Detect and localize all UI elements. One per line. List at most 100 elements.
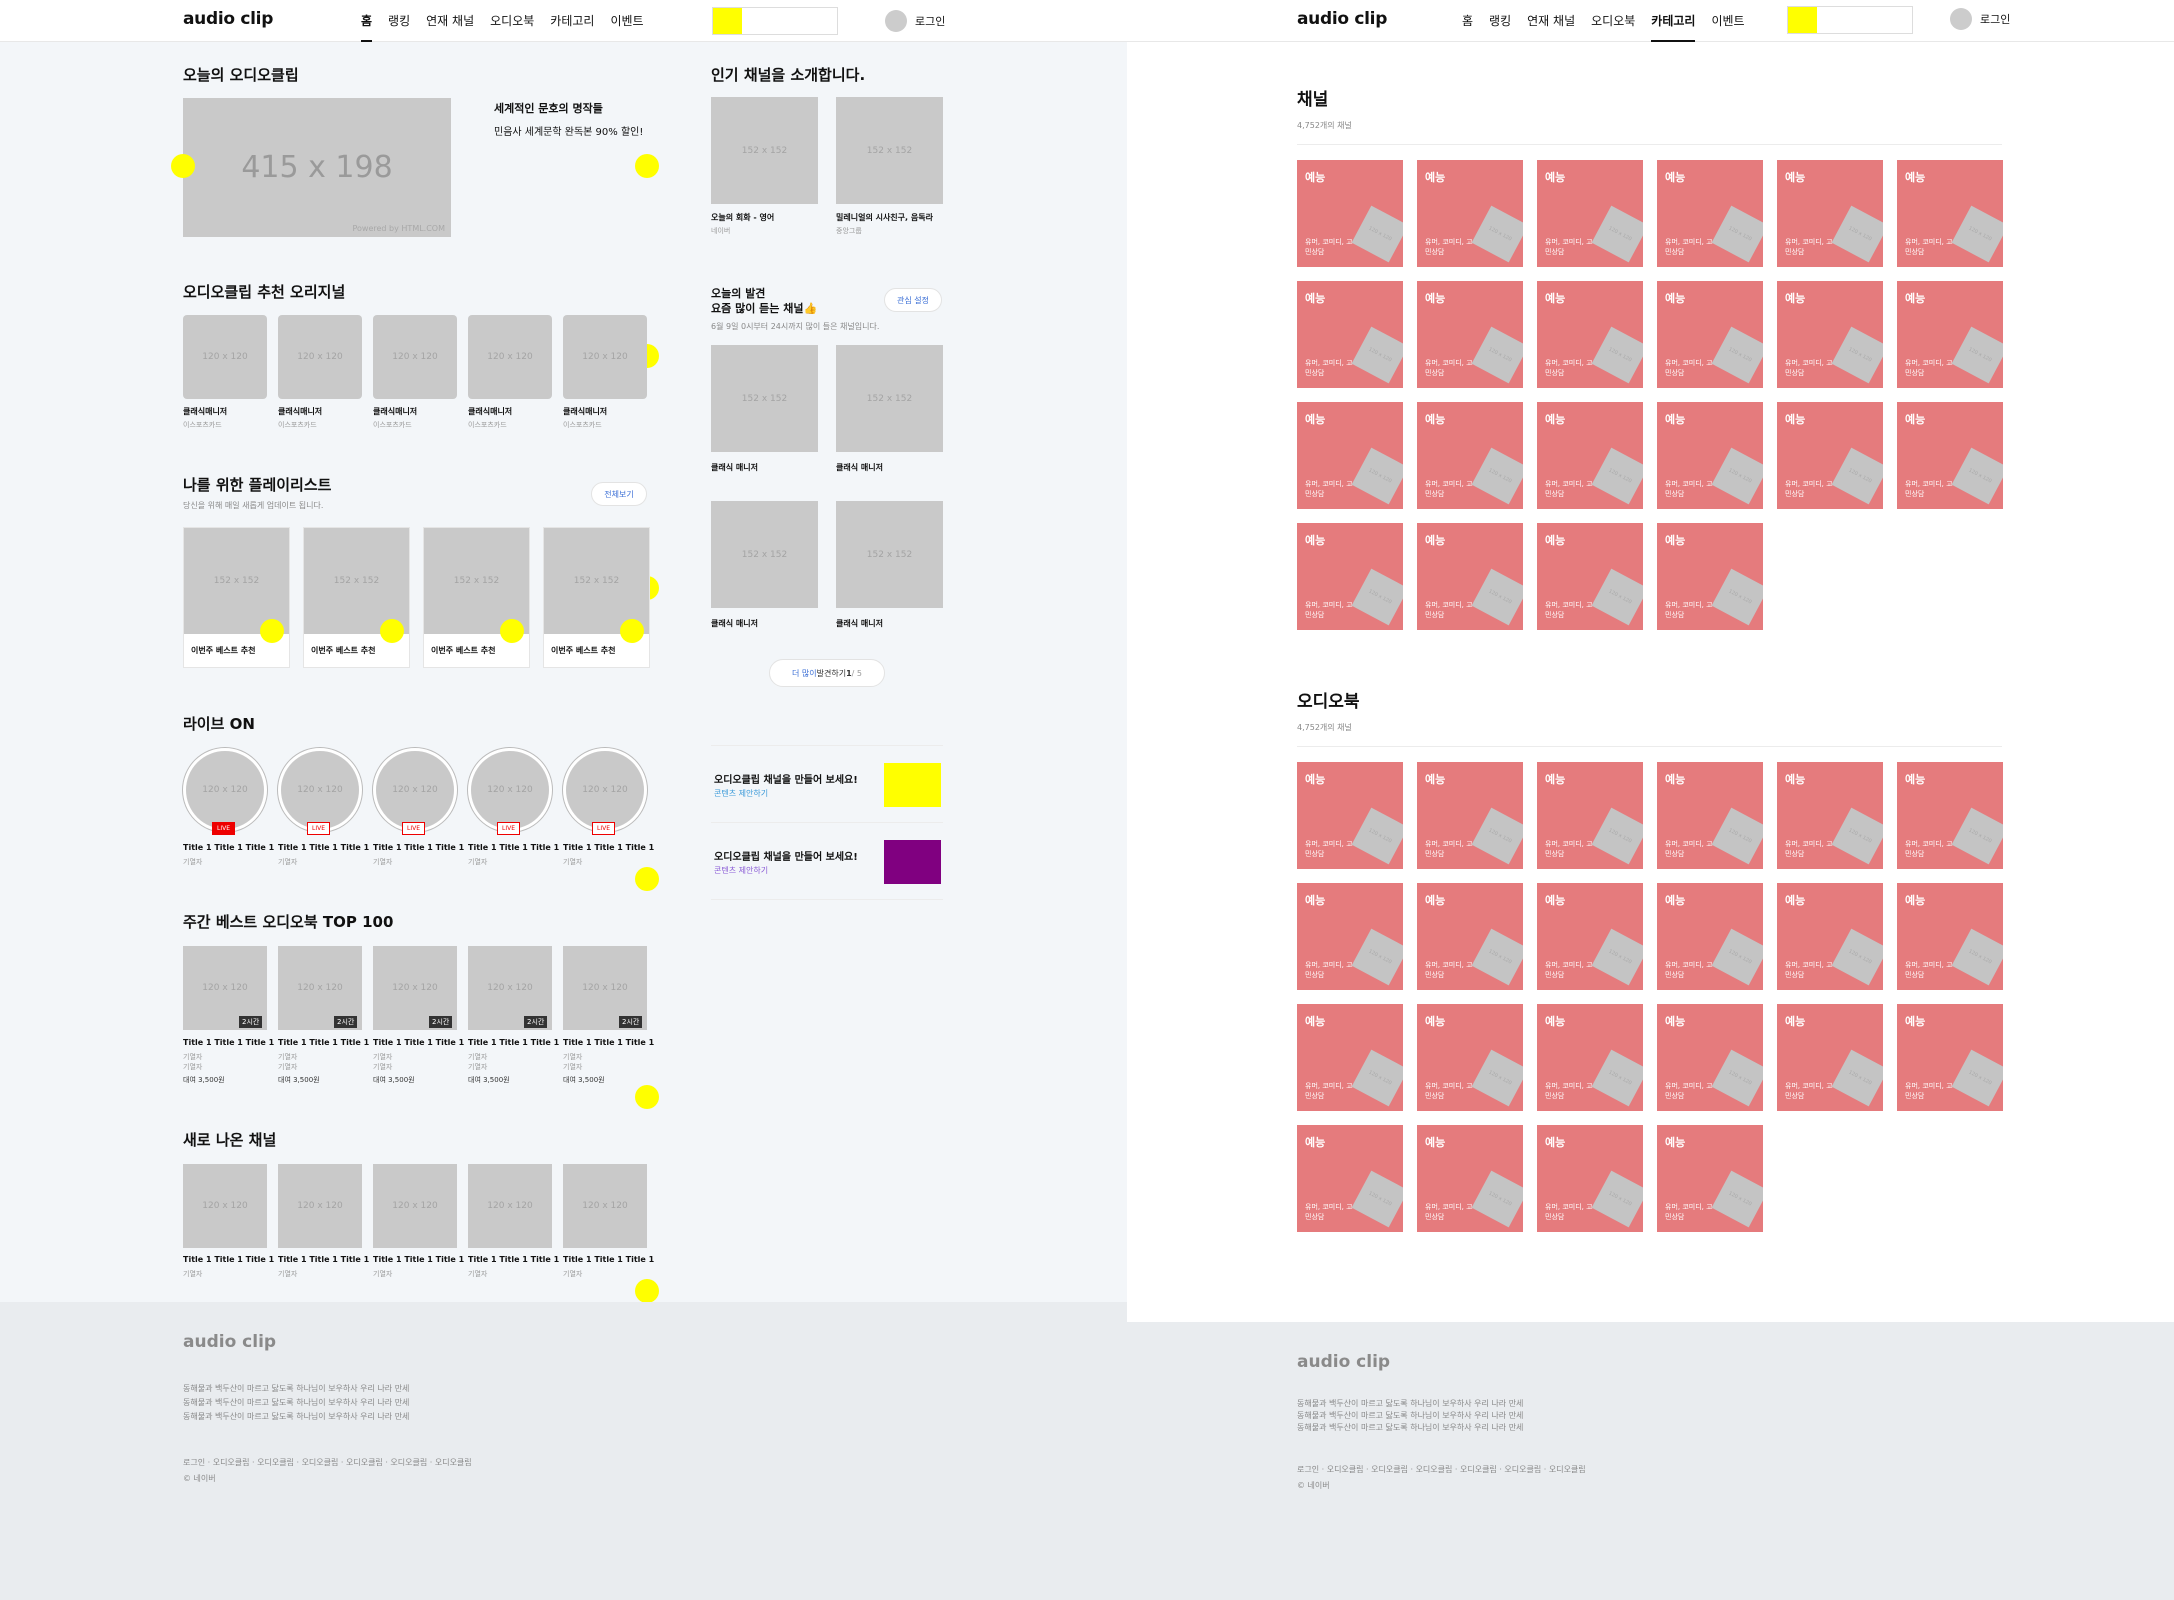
nav-item-event[interactable]: 이벤트 — [610, 0, 643, 42]
playlist-title[interactable]: 이번주 베스트 추천 — [551, 645, 615, 656]
nav-item-category[interactable]: 카테고리 — [550, 0, 594, 42]
discover-thumbnail[interactable]: 152 x 152 — [711, 345, 818, 452]
discover-thumbnail[interactable]: 152 x 152 — [836, 501, 943, 608]
category-tile[interactable]: 예능 유머, 코미디, 고민상담 120 x 120 — [1657, 883, 1763, 990]
category-tile[interactable]: 예능 유머, 코미디, 고민상담 120 x 120 — [1657, 1004, 1763, 1111]
channel-title[interactable]: Title 1 Title 1 Title 1 — [278, 1255, 369, 1264]
discover-title[interactable]: 클래식 매니저 — [711, 618, 758, 629]
channel-thumbnail[interactable]: 120 x 120 — [183, 1164, 267, 1248]
nav-item-series[interactable]: 연재 채널 — [426, 0, 474, 42]
search-icon[interactable] — [713, 8, 742, 34]
category-tile[interactable]: 예능 유머, 코미디, 고민상담 120 x 120 — [1657, 762, 1763, 869]
avatar[interactable] — [885, 10, 907, 32]
channel-thumbnail[interactable]: 120 x 120 — [278, 1164, 362, 1248]
category-tile[interactable]: 예능 유머, 코미디, 고민상담 120 x 120 — [1297, 523, 1403, 630]
nav-item-home[interactable]: 홈 — [1462, 0, 1473, 42]
popular-thumbnail[interactable]: 152 x 152 — [711, 97, 818, 204]
category-tile[interactable]: 예능 유머, 코미디, 고민상담 120 x 120 — [1297, 402, 1403, 509]
category-tile[interactable]: 예능 유머, 코미디, 고민상담 120 x 120 — [1417, 160, 1523, 267]
category-tile[interactable]: 예능 유머, 코미디, 고민상담 120 x 120 — [1297, 883, 1403, 990]
channel-thumbnail[interactable]: 120 x 120 — [468, 1164, 552, 1248]
nav-item-event[interactable]: 이벤트 — [1711, 0, 1744, 42]
category-tile[interactable]: 예능 유머, 코미디, 고민상담 120 x 120 — [1897, 762, 2003, 869]
category-tile[interactable]: 예능 유머, 코미디, 고민상담 120 x 120 — [1417, 1125, 1523, 1232]
footer-links[interactable]: 로그인 · 오디오클립 · 오디오클립 · 오디오클립 · 오디오클립 · 오디… — [183, 1457, 472, 1468]
channel-thumbnail[interactable]: 120 x 120 — [563, 1164, 647, 1248]
logo[interactable]: audio clip — [1297, 9, 1387, 29]
nav-item-ranking[interactable]: 랭킹 — [388, 0, 410, 42]
audiobook-title[interactable]: Title 1 Title 1 Title 1 — [183, 1038, 274, 1047]
weekly-next-button[interactable] — [635, 1085, 659, 1109]
category-tile[interactable]: 예능 유머, 코미디, 고민상담 120 x 120 — [1417, 523, 1523, 630]
nav-item-category[interactable]: 카테고리 — [1651, 0, 1696, 42]
category-tile[interactable]: 예능 유머, 코미디, 고민상담 120 x 120 — [1537, 402, 1643, 509]
nav-item-series[interactable]: 연재 채널 — [1527, 0, 1575, 42]
category-tile[interactable]: 예능 유머, 코미디, 고민상담 120 x 120 — [1777, 883, 1883, 990]
login-area[interactable]: 로그인 — [1950, 8, 2010, 30]
category-tile[interactable]: 예능 유머, 코미디, 고민상담 120 x 120 — [1657, 402, 1763, 509]
category-tile[interactable]: 예능 유머, 코미디, 고민상담 120 x 120 — [1417, 402, 1523, 509]
original-thumbnail[interactable]: 120 x 120 — [183, 315, 267, 399]
original-thumbnail[interactable]: 120 x 120 — [468, 315, 552, 399]
category-tile[interactable]: 예능 유머, 코미디, 고민상담 120 x 120 — [1417, 281, 1523, 388]
login-link[interactable]: 로그인 — [915, 13, 945, 29]
logo[interactable]: audio clip — [183, 9, 273, 29]
playlist-title[interactable]: 이번주 베스트 추천 — [311, 645, 375, 656]
play-button[interactable] — [620, 619, 644, 643]
original-title[interactable]: 클래식매니저 — [373, 406, 417, 417]
live-thumbnail[interactable]: 120 x 120 — [183, 748, 267, 832]
live-thumbnail[interactable]: 120 x 120 — [468, 748, 552, 832]
nav-item-audiobook[interactable]: 오디오북 — [1591, 0, 1635, 42]
category-tile[interactable]: 예능 유머, 코미디, 고민상담 120 x 120 — [1297, 281, 1403, 388]
category-tile[interactable]: 예능 유머, 코미디, 고민상담 120 x 120 — [1537, 160, 1643, 267]
category-tile[interactable]: 예능 유머, 코미디, 고민상담 120 x 120 — [1777, 402, 1883, 509]
channel-title[interactable]: Title 1 Title 1 Title 1 — [183, 1255, 274, 1264]
popular-thumbnail[interactable]: 152 x 152 — [836, 97, 943, 204]
category-tile[interactable]: 예능 유머, 코미디, 고민상담 120 x 120 — [1537, 1004, 1643, 1111]
nav-item-ranking[interactable]: 랭킹 — [1489, 0, 1511, 42]
footer-logo[interactable]: audio clip — [1297, 1352, 1390, 1372]
play-button[interactable] — [260, 619, 284, 643]
discover-title[interactable]: 클래식 매니저 — [836, 462, 883, 473]
original-title[interactable]: 클래식매니저 — [563, 406, 607, 417]
channel-title[interactable]: Title 1 Title 1 Title 1 — [468, 1255, 559, 1264]
category-tile[interactable]: 예능 유머, 코미디, 고민상담 120 x 120 — [1297, 762, 1403, 869]
live-thumbnail[interactable]: 120 x 120 — [373, 748, 457, 832]
search-icon[interactable] — [1788, 7, 1817, 33]
audiobook-title[interactable]: Title 1 Title 1 Title 1 — [563, 1038, 654, 1047]
category-tile[interactable]: 예능 유머, 코미디, 고민상담 120 x 120 — [1777, 762, 1883, 869]
category-tile[interactable]: 예능 유머, 코미디, 고민상담 120 x 120 — [1897, 883, 2003, 990]
live-title[interactable]: Title 1 Title 1 Title 1 — [468, 843, 559, 852]
category-tile[interactable]: 예능 유머, 코미디, 고민상담 120 x 120 — [1657, 523, 1763, 630]
category-tile[interactable]: 예능 유머, 코미디, 고민상담 120 x 120 — [1777, 160, 1883, 267]
login-area[interactable]: 로그인 — [885, 10, 945, 32]
category-tile[interactable]: 예능 유머, 코미디, 고민상담 120 x 120 — [1417, 883, 1523, 990]
category-tile[interactable]: 예능 유머, 코미디, 고민상담 120 x 120 — [1897, 402, 2003, 509]
nav-item-audiobook[interactable]: 오디오북 — [490, 0, 534, 42]
play-button[interactable] — [500, 619, 524, 643]
category-tile[interactable]: 예능 유머, 코미디, 고민상담 120 x 120 — [1297, 1125, 1403, 1232]
discover-thumbnail[interactable]: 152 x 152 — [836, 345, 943, 452]
view-all-button[interactable]: 전체보기 — [591, 482, 647, 506]
today-headline[interactable]: 세계적인 문호의 명작들 — [494, 100, 603, 116]
footer-logo[interactable]: audio clip — [183, 1332, 276, 1352]
new-channels-next-button[interactable] — [635, 1279, 659, 1303]
original-title[interactable]: 클래식매니저 — [183, 406, 227, 417]
play-button[interactable] — [380, 619, 404, 643]
category-tile[interactable]: 예능 유머, 코미디, 고민상담 120 x 120 — [1297, 160, 1403, 267]
cta-title[interactable]: 오디오클립 채널을 만들어 보세요! — [714, 771, 858, 786]
live-next-button[interactable] — [635, 867, 659, 891]
category-tile[interactable]: 예능 유머, 코미디, 고민상담 120 x 120 — [1657, 281, 1763, 388]
discover-title[interactable]: 클래식 매니저 — [711, 462, 758, 473]
original-title[interactable]: 클래식매니저 — [468, 406, 512, 417]
category-tile[interactable]: 예능 유머, 코미디, 고민상담 120 x 120 — [1537, 762, 1643, 869]
category-tile[interactable]: 예능 유머, 코미디, 고민상담 120 x 120 — [1537, 523, 1643, 630]
category-tile[interactable]: 예능 유머, 코미디, 고민상담 120 x 120 — [1537, 1125, 1643, 1232]
category-tile[interactable]: 예능 유머, 코미디, 고민상담 120 x 120 — [1297, 1004, 1403, 1111]
live-title[interactable]: Title 1 Title 1 Title 1 — [373, 843, 464, 852]
playlist-title[interactable]: 이번주 베스트 추천 — [191, 645, 255, 656]
live-thumbnail[interactable]: 120 x 120 — [278, 748, 362, 832]
audiobook-title[interactable]: Title 1 Title 1 Title 1 — [468, 1038, 559, 1047]
discover-title[interactable]: 클래식 매니저 — [836, 618, 883, 629]
channel-title[interactable]: Title 1 Title 1 Title 1 — [373, 1255, 464, 1264]
